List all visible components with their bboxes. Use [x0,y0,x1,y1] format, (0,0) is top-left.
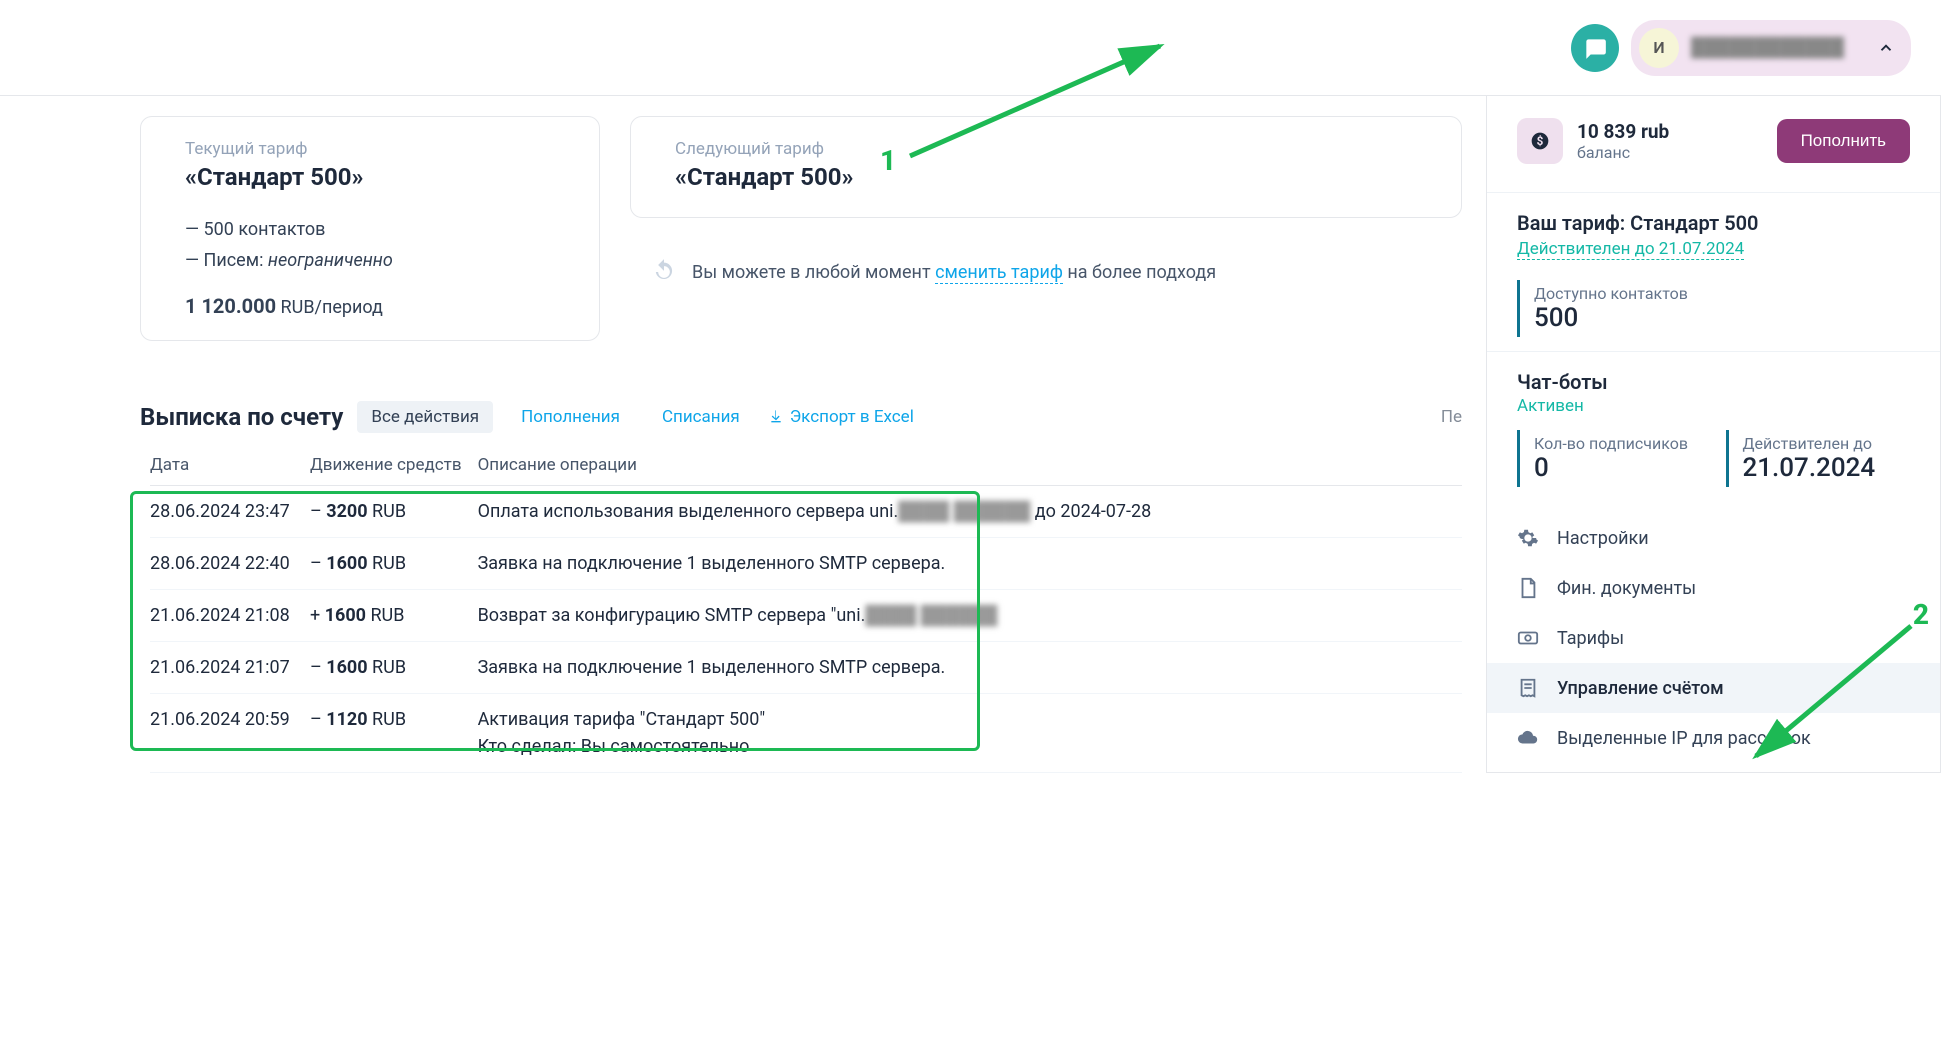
cell-amount: – 1120 RUB [310,694,478,773]
receipt-icon [1517,677,1539,699]
table-row: 21.06.2024 20:59– 1120 RUBАктивация тари… [150,694,1462,773]
sidebar-menu: Настройки Фин. документы Тарифы Управлен… [1487,513,1940,763]
cell-date: 21.06.2024 20:59 [150,694,310,773]
cell-date: 21.06.2024 21:07 [150,642,310,694]
cell-description: Активация тарифа "Стандарт 500"Кто сдела… [478,694,1462,773]
filter-in[interactable]: Пополнения [507,401,634,433]
cloud-icon [1517,727,1539,749]
money-icon [1517,627,1539,649]
contacts-stat: Доступно контактов 500 [1517,280,1910,337]
filter-all[interactable]: Все действия [357,401,493,433]
cell-amount: – 3200 RUB [310,486,478,538]
col-date: Дата [150,445,310,486]
account-sidebar: $ 10 839 rub баланс Пополнить Ваш тариф:… [1486,96,1941,773]
balance-text: 10 839 rub баланс [1577,120,1669,162]
current-tariff-name: «Стандарт 500» [185,163,555,191]
next-tariff-name: «Стандарт 500» [675,163,1417,191]
col-description: Описание операции [478,445,1462,486]
filter-out[interactable]: Списания [648,401,754,433]
table-row: 28.06.2024 23:47– 3200 RUBОплата использ… [150,486,1462,538]
tariff-price: 1 120.000 RUB/период [185,294,555,318]
document-icon [1517,577,1539,599]
cell-description: Возврат за конфигурацию SMTP сервера "un… [478,590,1462,642]
current-tariff-label: Текущий тариф [185,139,555,159]
chatbots-title: Чат-боты [1517,370,1910,394]
cell-date: 21.06.2024 21:08 [150,590,310,642]
profile-name: ████████████ [1691,37,1865,58]
intercom-chat-button[interactable] [1571,24,1619,72]
gear-icon [1517,527,1539,549]
cell-date: 28.06.2024 22:40 [150,538,310,590]
col-movement: Движение средств [310,445,478,486]
period-label-truncated: Пе [1441,407,1462,427]
next-tariff-label: Следующий тариф [675,139,1417,159]
cell-amount: – 1600 RUB [310,538,478,590]
sidebar-tariff: Ваш тариф: Стандарт 500 [1517,211,1910,235]
cell-description: Заявка на подключение 1 выделенного SMTP… [478,538,1462,590]
top-bar: И ████████████ [0,0,1941,96]
balance-icon: $ [1517,118,1563,164]
cell-date: 28.06.2024 23:47 [150,486,310,538]
valid-stat: Действителен до 21.07.2024 [1726,430,1911,487]
svg-text:$: $ [1537,134,1544,148]
menu-dedicated-ips[interactable]: Выделенные IP для рассылок [1487,713,1940,763]
table-row: 28.06.2024 22:40– 1600 RUBЗаявка на подк… [150,538,1462,590]
cell-description: Заявка на подключение 1 выделенного SMTP… [478,642,1462,694]
statement-title: Выписка по счету [140,403,343,431]
table-row: 21.06.2024 21:07– 1600 RUBЗаявка на подк… [150,642,1462,694]
switch-tariff-hint: Вы можете в любой момент сменить тариф н… [650,258,1462,286]
avatar: И [1639,28,1679,68]
current-tariff-card: Текущий тариф «Стандарт 500» — 500 конта… [140,116,600,341]
download-icon [768,409,784,425]
contacts-line: — 500 контактов [185,215,555,246]
chatbots-status: Активен [1517,396,1910,416]
chevron-up-icon [1877,39,1895,57]
menu-fin-documents[interactable]: Фин. документы [1487,563,1940,613]
subscribers-stat: Кол-во подписчиков 0 [1517,430,1702,487]
statement-table: Дата Движение средств Описание операции … [150,445,1462,773]
statement-header: Выписка по счету Все действия Пополнения… [140,401,1462,433]
topup-button[interactable]: Пополнить [1777,119,1910,163]
sidebar-valid-until: Действителен до 21.07.2024 [1517,239,1744,260]
cell-description: Оплата использования выделенного сервера… [478,486,1462,538]
table-row: 21.06.2024 21:08+ 1600 RUBВозврат за кон… [150,590,1462,642]
menu-account-management[interactable]: Управление счётом [1487,663,1940,713]
cell-amount: + 1600 RUB [310,590,478,642]
cell-amount: – 1600 RUB [310,642,478,694]
menu-settings[interactable]: Настройки [1487,513,1940,563]
profile-menu-toggle[interactable]: И ████████████ [1631,20,1911,76]
menu-tariffs[interactable]: Тарифы [1487,613,1940,663]
refresh-icon [650,258,678,286]
chat-icon [1582,35,1608,61]
dollar-icon: $ [1530,131,1550,151]
switch-tariff-link[interactable]: сменить тариф [935,262,1063,284]
main-content: Текущий тариф «Стандарт 500» — 500 конта… [0,96,1486,773]
letters-line: — Писем: неограниченно [185,246,555,277]
export-excel-link[interactable]: Экспорт в Excel [768,407,914,427]
next-tariff-card: Следующий тариф «Стандарт 500» [630,116,1462,218]
